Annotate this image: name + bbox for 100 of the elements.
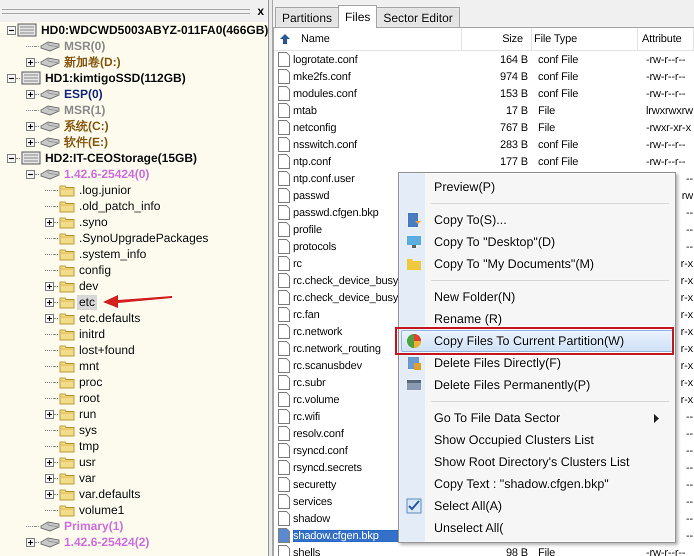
expander-icon[interactable] <box>7 26 16 34</box>
file-name[interactable]: securetty <box>293 478 336 490</box>
file-name[interactable]: resolv.conf <box>293 428 344 440</box>
menu-item[interactable]: Select All(A) <box>401 495 673 517</box>
file-name[interactable]: shadow <box>293 512 330 524</box>
expander-icon[interactable] <box>26 90 35 98</box>
tree-item[interactable]: usr <box>77 454 98 470</box>
up-arrow-icon[interactable] <box>279 33 291 45</box>
expander-icon[interactable] <box>26 58 35 66</box>
menu-item[interactable]: Show Occupied Clusters List <box>401 429 673 451</box>
file-name[interactable]: rc.network <box>293 326 342 338</box>
menu-item[interactable]: Delete Files Permanently(P) <box>401 374 673 396</box>
file-name[interactable]: rc.subr <box>293 376 326 388</box>
file-name[interactable]: ntp.conf <box>293 156 331 168</box>
expander-icon[interactable] <box>45 218 54 226</box>
file-name[interactable]: rc.fan <box>293 308 320 320</box>
file-name[interactable]: services <box>293 496 332 508</box>
tree-item[interactable]: var.defaults <box>77 486 142 502</box>
file-name[interactable]: mtab <box>293 104 317 116</box>
column-header[interactable]: Name <box>301 33 330 45</box>
column-header[interactable]: Size <box>502 33 523 45</box>
tab[interactable]: Sector Editor <box>376 7 460 27</box>
file-name[interactable]: rc.wifi <box>293 410 320 422</box>
menu-item[interactable]: Copy To "Desktop"(D) <box>401 231 673 253</box>
file-name[interactable]: rc <box>293 258 302 270</box>
file-name[interactable]: passwd.cfgen.bkp <box>293 206 379 218</box>
tree-item[interactable]: mnt <box>77 358 102 374</box>
tree-item[interactable]: .log.junior <box>77 182 134 198</box>
file-name[interactable]: rc.check_device_busy <box>293 292 398 304</box>
file-name[interactable]: logrotate.conf <box>293 54 358 66</box>
tree-item[interactable]: .SynoUpgradePackages <box>77 230 210 246</box>
expander-icon[interactable] <box>7 74 16 82</box>
tree-item[interactable]: root <box>77 390 102 406</box>
tab[interactable]: Partitions <box>275 7 340 27</box>
folder-icon <box>59 440 75 452</box>
expander-icon[interactable] <box>45 458 54 466</box>
tab[interactable]: Files <box>338 5 378 28</box>
file-name[interactable]: protocols <box>293 240 336 252</box>
menu-item[interactable]: Go To File Data Sector <box>401 407 673 429</box>
expander-icon[interactable] <box>26 170 35 178</box>
expander-icon[interactable] <box>45 490 54 498</box>
tree-item[interactable]: .system_info <box>77 246 148 262</box>
menu-item[interactable]: Copy To(S)... <box>401 209 673 231</box>
menu-item[interactable]: Rename (R) <box>401 308 673 330</box>
document-icon <box>406 212 422 228</box>
file-name[interactable]: rc.scanusbdev <box>293 360 362 372</box>
expander-icon[interactable] <box>45 474 54 482</box>
tree-item[interactable]: 系统(C:) <box>62 118 111 134</box>
tree-item[interactable]: lost+found <box>77 342 137 358</box>
file-name[interactable]: profile <box>293 224 322 236</box>
file-name[interactable]: rc.volume <box>293 394 340 406</box>
file-name[interactable]: nsswitch.conf <box>293 138 358 150</box>
file-name[interactable]: modules.conf <box>293 88 357 100</box>
tree-item[interactable]: etc.defaults <box>77 310 142 326</box>
menu-item[interactable]: Delete Files Directly(F) <box>401 352 673 374</box>
tree-item[interactable]: .syno <box>77 214 110 230</box>
file-name[interactable]: rc.network_routing <box>293 342 381 354</box>
tree-item[interactable]: etc <box>77 294 98 310</box>
tree-item[interactable]: HD0:WDCWD5003ABYZ-011FA0(466GB) <box>39 22 270 38</box>
expander-icon[interactable] <box>45 314 54 322</box>
column-header[interactable]: Attribute <box>642 33 682 45</box>
tree-item[interactable]: var <box>77 470 98 486</box>
column-header[interactable]: File Type <box>534 33 578 45</box>
menu-item[interactable]: Preview(P) <box>401 176 673 198</box>
expander-icon[interactable] <box>45 410 54 418</box>
file-name[interactable]: rsyncd.conf <box>293 444 348 456</box>
tree-item[interactable]: HD1:kimtigoSSD(112GB) <box>43 70 188 86</box>
tree-item[interactable]: .old_patch_info <box>77 198 162 214</box>
tree-item[interactable]: tmp <box>77 438 102 454</box>
expander-icon[interactable] <box>26 122 35 130</box>
tree-item[interactable]: 软件(E:) <box>62 134 110 150</box>
file-name[interactable]: rsyncd.secrets <box>293 462 362 474</box>
tree-item[interactable]: HD2:IT-CEOStorage(15GB) <box>43 150 200 166</box>
tree-item[interactable]: dev <box>77 278 100 294</box>
expander-icon[interactable] <box>26 138 35 146</box>
tree-item[interactable]: ESP(0) <box>62 86 105 102</box>
expander-icon[interactable] <box>7 154 16 162</box>
tree-item[interactable]: 新加卷(D:) <box>62 54 123 70</box>
menu-item[interactable]: Show Root Directory's Clusters List <box>401 451 673 473</box>
file-name[interactable]: rc.check_device_busy <box>293 274 398 286</box>
expander-icon[interactable] <box>45 282 54 290</box>
close-button[interactable]: x <box>253 4 268 18</box>
file-icon <box>278 341 290 356</box>
tree-item[interactable]: run <box>77 406 98 422</box>
tree-item[interactable]: config <box>77 262 114 278</box>
expander-icon[interactable] <box>26 538 35 546</box>
file-name[interactable]: passwd <box>293 190 330 202</box>
file-name[interactable]: shells <box>293 546 320 556</box>
menu-item[interactable]: Copy Text : "shadow.cfgen.bkp" <box>401 473 673 495</box>
file-name[interactable]: mke2fs.conf <box>293 70 351 82</box>
tree-item[interactable]: sys <box>77 422 99 438</box>
file-name[interactable]: ntp.conf.user <box>293 172 355 184</box>
tree-item[interactable]: proc <box>77 374 104 390</box>
table-cell: -rw-r--r-- <box>646 156 686 168</box>
tree-item[interactable]: initrd <box>77 326 108 342</box>
menu-item[interactable]: Copy To "My Documents"(M) <box>401 253 673 275</box>
expander-icon[interactable] <box>45 298 54 306</box>
tree-item[interactable]: volume1 <box>77 502 126 518</box>
menu-item[interactable]: New Folder(N) <box>401 286 673 308</box>
file-name[interactable]: netconfig <box>293 122 336 134</box>
